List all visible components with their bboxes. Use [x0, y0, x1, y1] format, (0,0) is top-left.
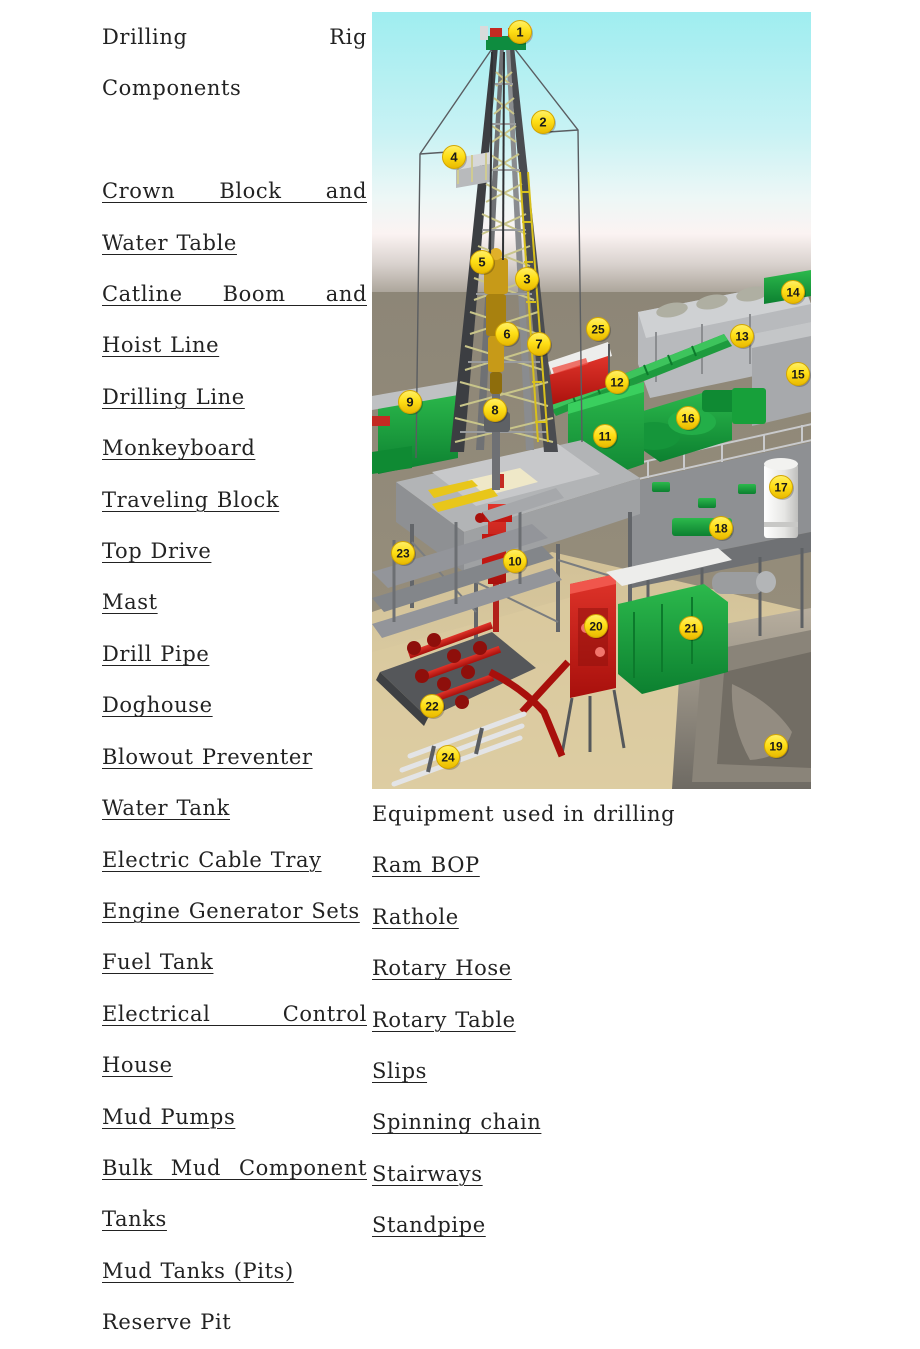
component-link[interactable]: Monkeyboard [102, 423, 367, 474]
component-link[interactable]: Water Tank [102, 783, 367, 834]
component-link[interactable]: Bulk Mud Component Tanks [102, 1143, 367, 1246]
callout-number: 17 [774, 481, 788, 495]
callout-number: 22 [425, 700, 439, 714]
component-link[interactable]: Mud Pumps [102, 1092, 367, 1143]
callout-number: 20 [589, 620, 603, 634]
callout-number: 4 [450, 150, 458, 165]
figure-caption: Equipment used in drilling [372, 802, 676, 826]
callout-number: 8 [491, 403, 498, 418]
callout-number: 16 [681, 412, 695, 426]
callout-number: 11 [599, 430, 612, 444]
equipment-link[interactable]: Rotary Table [372, 995, 811, 1046]
component-link[interactable]: Top Drive [102, 526, 367, 577]
equipment-link[interactable]: Stairways [372, 1149, 811, 1200]
callout-number: 25 [591, 323, 605, 337]
equipment-link[interactable]: Standpipe [372, 1200, 811, 1251]
right-link-list: Ram BOP Rathole Rotary Hose Rotary Table Sli… [372, 840, 811, 1251]
callout-number: 2 [539, 115, 546, 130]
component-link[interactable]: Fuel Tank [102, 937, 367, 988]
equipment-link[interactable]: Rathole [372, 892, 811, 943]
left-link-list: Crown Block and Water Table Catline Boom … [102, 166, 367, 1297]
component-link[interactable]: Drilling Line [102, 372, 367, 423]
component-link[interactable]: Mud Tanks (Pits) [102, 1246, 367, 1297]
page-title: Drilling Rig Components [102, 12, 367, 166]
component-link[interactable]: Traveling Block [102, 475, 367, 526]
component-link[interactable]: Mast [102, 577, 367, 628]
component-link[interactable]: Blowout Preventer [102, 732, 367, 783]
callout-number: 5 [478, 255, 485, 270]
page-title-text: Drilling Rig Components [102, 25, 367, 101]
component-link[interactable]: Doghouse [102, 680, 367, 731]
callout-number: 7 [535, 337, 542, 352]
left-column: Drilling Rig Components Crown Block and … [102, 12, 367, 1349]
equipment-link[interactable]: Ram BOP [372, 840, 811, 891]
page-root: Drilling Rig Components Crown Block and … [0, 0, 920, 1334]
component-link[interactable]: Electric Cable Tray [102, 835, 367, 886]
callout-number: 1 [516, 25, 523, 40]
drilling-rig-figure: 1 2 3 4 5 6 7 8 9 10 11 12 13 14 15 16 17 18 19 20 21 22 23 24 2… [372, 12, 811, 789]
equipment-link[interactable]: Rotary Hose [372, 943, 811, 994]
callout-number: 24 [441, 751, 455, 765]
component-link[interactable]: Electrical Control House [102, 989, 367, 1092]
reserve-pit-text: Reserve Pit [102, 1310, 232, 1335]
component-link[interactable]: Catline Boom and Hoist Line [102, 269, 367, 372]
component-link[interactable]: Crown Block and Water Table [102, 166, 367, 269]
component-link[interactable]: Drill Pipe [102, 629, 367, 680]
callout-number: 6 [503, 327, 510, 342]
callout-number: 12 [610, 376, 624, 390]
callout-number: 10 [508, 555, 522, 569]
equipment-link[interactable]: Slips [372, 1046, 811, 1097]
callout-number: 19 [769, 740, 783, 754]
callout-number: 13 [735, 330, 749, 344]
callout-number: 9 [406, 395, 413, 410]
callout-number: 21 [684, 622, 698, 636]
equipment-link[interactable]: Spinning chain [372, 1097, 811, 1148]
sky-background [372, 12, 811, 312]
callout-number: 14 [786, 286, 800, 300]
drilling-rig-illustration: 1234567891011121314151617181920 212223242… [372, 12, 811, 789]
component-link[interactable]: Engine Generator Sets [102, 886, 367, 937]
callout-number: 15 [791, 368, 805, 382]
callout-number: 18 [714, 522, 728, 536]
callout-number: 23 [396, 547, 410, 561]
callout-number: 3 [523, 272, 530, 287]
